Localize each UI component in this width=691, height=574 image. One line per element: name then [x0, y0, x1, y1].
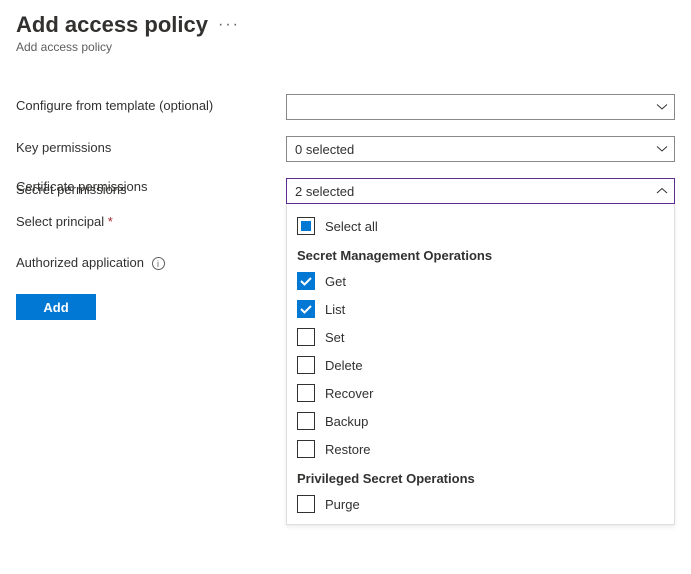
option-get[interactable]: Get: [287, 267, 674, 295]
option-list[interactable]: List: [287, 295, 674, 323]
option-purge-label: Purge: [325, 497, 360, 512]
option-restore-label: Restore: [325, 442, 371, 457]
checkbox-unchecked-icon: [297, 412, 315, 430]
secret-permissions-dropdown: Select all Secret Management Operations …: [286, 204, 675, 525]
key-permissions-select[interactable]: 0 selected: [286, 136, 675, 162]
option-list-label: List: [325, 302, 345, 317]
page-title: Add access policy: [16, 12, 208, 38]
checkbox-checked-icon: [297, 272, 315, 290]
chevron-up-icon: [656, 185, 668, 197]
more-actions-icon[interactable]: ···: [218, 16, 240, 34]
secret-permissions-label: Secret permissions: [16, 178, 286, 197]
configure-from-template-label: Configure from template (optional): [16, 94, 286, 113]
key-permissions-value: 0 selected: [295, 142, 354, 157]
chevron-down-icon: [656, 101, 668, 113]
group-privileged-secret: Privileged Secret Operations: [287, 463, 674, 490]
option-recover-label: Recover: [325, 386, 373, 401]
checkbox-unchecked-icon: [297, 440, 315, 458]
chevron-down-icon: [656, 143, 668, 155]
option-set-label: Set: [325, 330, 345, 345]
checkbox-unchecked-icon: [297, 495, 315, 513]
option-get-label: Get: [325, 274, 346, 289]
checkbox-indeterminate-icon: [297, 217, 315, 235]
option-backup-label: Backup: [325, 414, 368, 429]
checkbox-checked-icon: [297, 300, 315, 318]
key-permissions-label: Key permissions: [16, 136, 286, 155]
group-secret-management: Secret Management Operations: [287, 240, 674, 267]
select-all-option[interactable]: Select all: [287, 212, 674, 240]
page-subtitle: Add access policy: [16, 40, 675, 54]
option-delete[interactable]: Delete: [287, 351, 674, 379]
option-set[interactable]: Set: [287, 323, 674, 351]
secret-permissions-select[interactable]: 2 selected: [286, 178, 675, 204]
checkbox-unchecked-icon: [297, 356, 315, 374]
checkbox-unchecked-icon: [297, 384, 315, 402]
option-purge[interactable]: Purge: [287, 490, 674, 518]
secret-permissions-value: 2 selected: [295, 184, 354, 199]
configure-from-template-select[interactable]: [286, 94, 675, 120]
checkbox-unchecked-icon: [297, 328, 315, 346]
option-recover[interactable]: Recover: [287, 379, 674, 407]
option-backup[interactable]: Backup: [287, 407, 674, 435]
select-all-label: Select all: [325, 219, 378, 234]
option-restore[interactable]: Restore: [287, 435, 674, 463]
option-delete-label: Delete: [325, 358, 363, 373]
